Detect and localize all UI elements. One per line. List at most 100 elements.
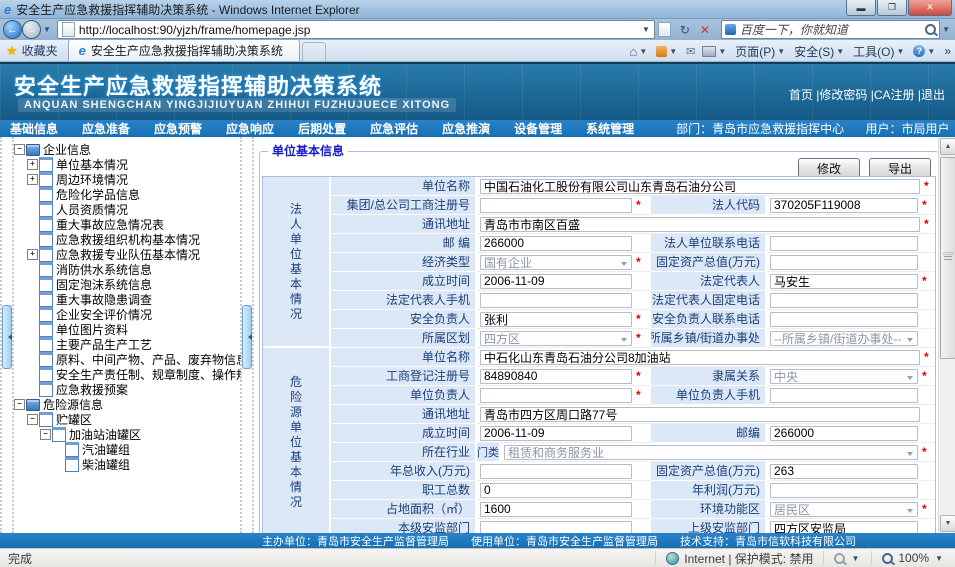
- mail-button[interactable]: ✉: [686, 45, 695, 58]
- minimize-button[interactable]: ▬: [846, 0, 876, 16]
- nav-item[interactable]: 系统管理: [586, 120, 634, 137]
- zoom-control[interactable]: 100% ▼: [871, 551, 955, 566]
- form-input[interactable]: [480, 502, 632, 517]
- search-icon[interactable]: [925, 24, 936, 35]
- header-link[interactable]: CA注册: [874, 88, 915, 102]
- form-input[interactable]: [770, 388, 918, 403]
- form-input[interactable]: [770, 255, 918, 270]
- tree-node[interactable]: −贮罐区: [13, 412, 241, 427]
- nav-item[interactable]: 应急响应: [226, 120, 274, 137]
- form-input[interactable]: [480, 217, 920, 232]
- tree-node[interactable]: 应急救援预案: [13, 382, 241, 397]
- tree-node[interactable]: 人员资质情况: [13, 202, 241, 217]
- sidebar-left-scroll-strip[interactable]: [0, 137, 14, 533]
- form-select[interactable]: 租赁和商务服务业: [504, 445, 918, 460]
- form-input[interactable]: [770, 236, 918, 251]
- tree-node[interactable]: 重大事故隐患调查: [13, 292, 241, 307]
- tree-toggle-icon[interactable]: +: [26, 174, 39, 185]
- nav-item[interactable]: 设备管理: [514, 120, 562, 137]
- address-field[interactable]: http://localhost:90/yjzh/frame/homepage.…: [57, 20, 655, 39]
- search-dropdown-icon[interactable]: ▼: [942, 25, 950, 34]
- tree-node[interactable]: 企业安全评价情况: [13, 307, 241, 322]
- tree-node[interactable]: 固定泡沫系统信息: [13, 277, 241, 292]
- tree-node[interactable]: −加油站油罐区: [13, 427, 241, 442]
- forward-button[interactable]: →: [22, 20, 41, 39]
- menu-page[interactable]: 页面(P)▼: [735, 43, 787, 60]
- form-input[interactable]: [480, 236, 632, 251]
- nav-item[interactable]: 应急预警: [154, 120, 202, 137]
- scroll-up-icon[interactable]: ▲: [940, 138, 955, 155]
- tree-node[interactable]: −企业信息: [13, 142, 241, 157]
- form-input[interactable]: [480, 312, 632, 327]
- form-input[interactable]: [770, 198, 918, 213]
- tree-node[interactable]: 危险化学品信息: [13, 187, 241, 202]
- tree-toggle-icon[interactable]: −: [13, 144, 26, 155]
- tree-toggle-icon[interactable]: −: [39, 429, 52, 440]
- form-select[interactable]: 中央: [770, 369, 918, 384]
- tree-node[interactable]: +应急救援专业队伍基本情况: [13, 247, 241, 262]
- scroll-down-icon[interactable]: ▼: [940, 515, 955, 532]
- form-input[interactable]: [480, 426, 632, 441]
- form-input[interactable]: [770, 312, 918, 327]
- help-button[interactable]: ?▼: [913, 45, 937, 57]
- tree-node[interactable]: +单位基本情况: [13, 157, 241, 172]
- favorites-button[interactable]: ★ 收藏夹: [0, 40, 68, 61]
- address-dropdown-icon[interactable]: ▼: [642, 25, 650, 34]
- main-scrollbar[interactable]: ▲ ▼: [938, 137, 955, 533]
- nav-item[interactable]: 应急推演: [442, 120, 490, 137]
- form-select[interactable]: 居民区: [770, 502, 918, 517]
- nav-item[interactable]: 基础信息: [10, 120, 58, 137]
- form-input[interactable]: [480, 198, 632, 213]
- feeds-button[interactable]: ▼: [656, 46, 679, 57]
- sidebar-left-scroll-thumb[interactable]: [2, 305, 12, 369]
- overflow-chevron[interactable]: »: [944, 44, 951, 58]
- export-button[interactable]: 导出: [869, 158, 931, 178]
- menu-tools[interactable]: 工具(O)▼: [853, 43, 906, 60]
- nav-item[interactable]: 应急评估: [370, 120, 418, 137]
- scrollbar-thumb[interactable]: [940, 157, 955, 359]
- form-input[interactable]: [480, 407, 920, 422]
- sidebar-right-scroll-thumb[interactable]: [242, 305, 252, 369]
- tree-node[interactable]: +周边环境情况: [13, 172, 241, 187]
- window-titlebar[interactable]: e 安全生产应急救援指挥辅助决策系统 - Windows Internet Ex…: [0, 0, 955, 19]
- form-input[interactable]: [480, 293, 632, 308]
- form-select[interactable]: 国有企业: [480, 255, 632, 270]
- form-input[interactable]: [770, 426, 918, 441]
- compatibility-view-button[interactable]: [655, 21, 675, 38]
- tree-node[interactable]: −危险源信息: [13, 397, 241, 412]
- form-input[interactable]: [480, 464, 632, 479]
- form-input[interactable]: [480, 350, 920, 365]
- tree-toggle-icon[interactable]: +: [26, 159, 39, 170]
- protected-mode-toggle[interactable]: ▼: [823, 551, 871, 566]
- home-button[interactable]: ⌂▼: [629, 44, 649, 59]
- nav-item[interactable]: 后期处置: [298, 120, 346, 137]
- form-input[interactable]: [770, 293, 918, 308]
- tree-node[interactable]: 主要产品生产工艺: [13, 337, 241, 352]
- nav-item[interactable]: 应急准备: [82, 120, 130, 137]
- print-button[interactable]: ▼: [702, 46, 728, 57]
- back-button[interactable]: ←: [3, 20, 22, 39]
- form-input[interactable]: [480, 369, 632, 384]
- form-input[interactable]: [480, 388, 632, 403]
- browser-tab[interactable]: e 安全生产应急救援指挥辅助决策系统: [68, 39, 300, 61]
- tree-node[interactable]: 汽油罐组: [13, 442, 241, 457]
- new-tab-button[interactable]: [302, 42, 326, 61]
- search-box[interactable]: 百度一下，你就知道: [721, 20, 940, 39]
- form-input[interactable]: [770, 464, 918, 479]
- form-select[interactable]: 四方区: [480, 331, 632, 346]
- tree-node[interactable]: 单位图片资料: [13, 322, 241, 337]
- form-input[interactable]: [480, 274, 632, 289]
- tree-node[interactable]: 原料、中间产物、产品、废弃物信息: [13, 352, 241, 367]
- sidebar-right-scroll-strip[interactable]: [240, 137, 254, 533]
- tree-node[interactable]: 柴油罐组: [13, 457, 241, 472]
- stop-button[interactable]: ✕: [695, 21, 715, 38]
- tree-toggle-icon[interactable]: −: [13, 399, 26, 410]
- form-input[interactable]: [480, 483, 632, 498]
- form-input[interactable]: [770, 274, 918, 289]
- modify-button[interactable]: 修改: [798, 158, 860, 178]
- tree-node[interactable]: 消防供水系统信息: [13, 262, 241, 277]
- header-link[interactable]: 退出: [921, 88, 945, 102]
- form-input[interactable]: [480, 521, 632, 534]
- header-link[interactable]: 首页: [789, 88, 813, 102]
- refresh-button[interactable]: ↻: [675, 21, 695, 38]
